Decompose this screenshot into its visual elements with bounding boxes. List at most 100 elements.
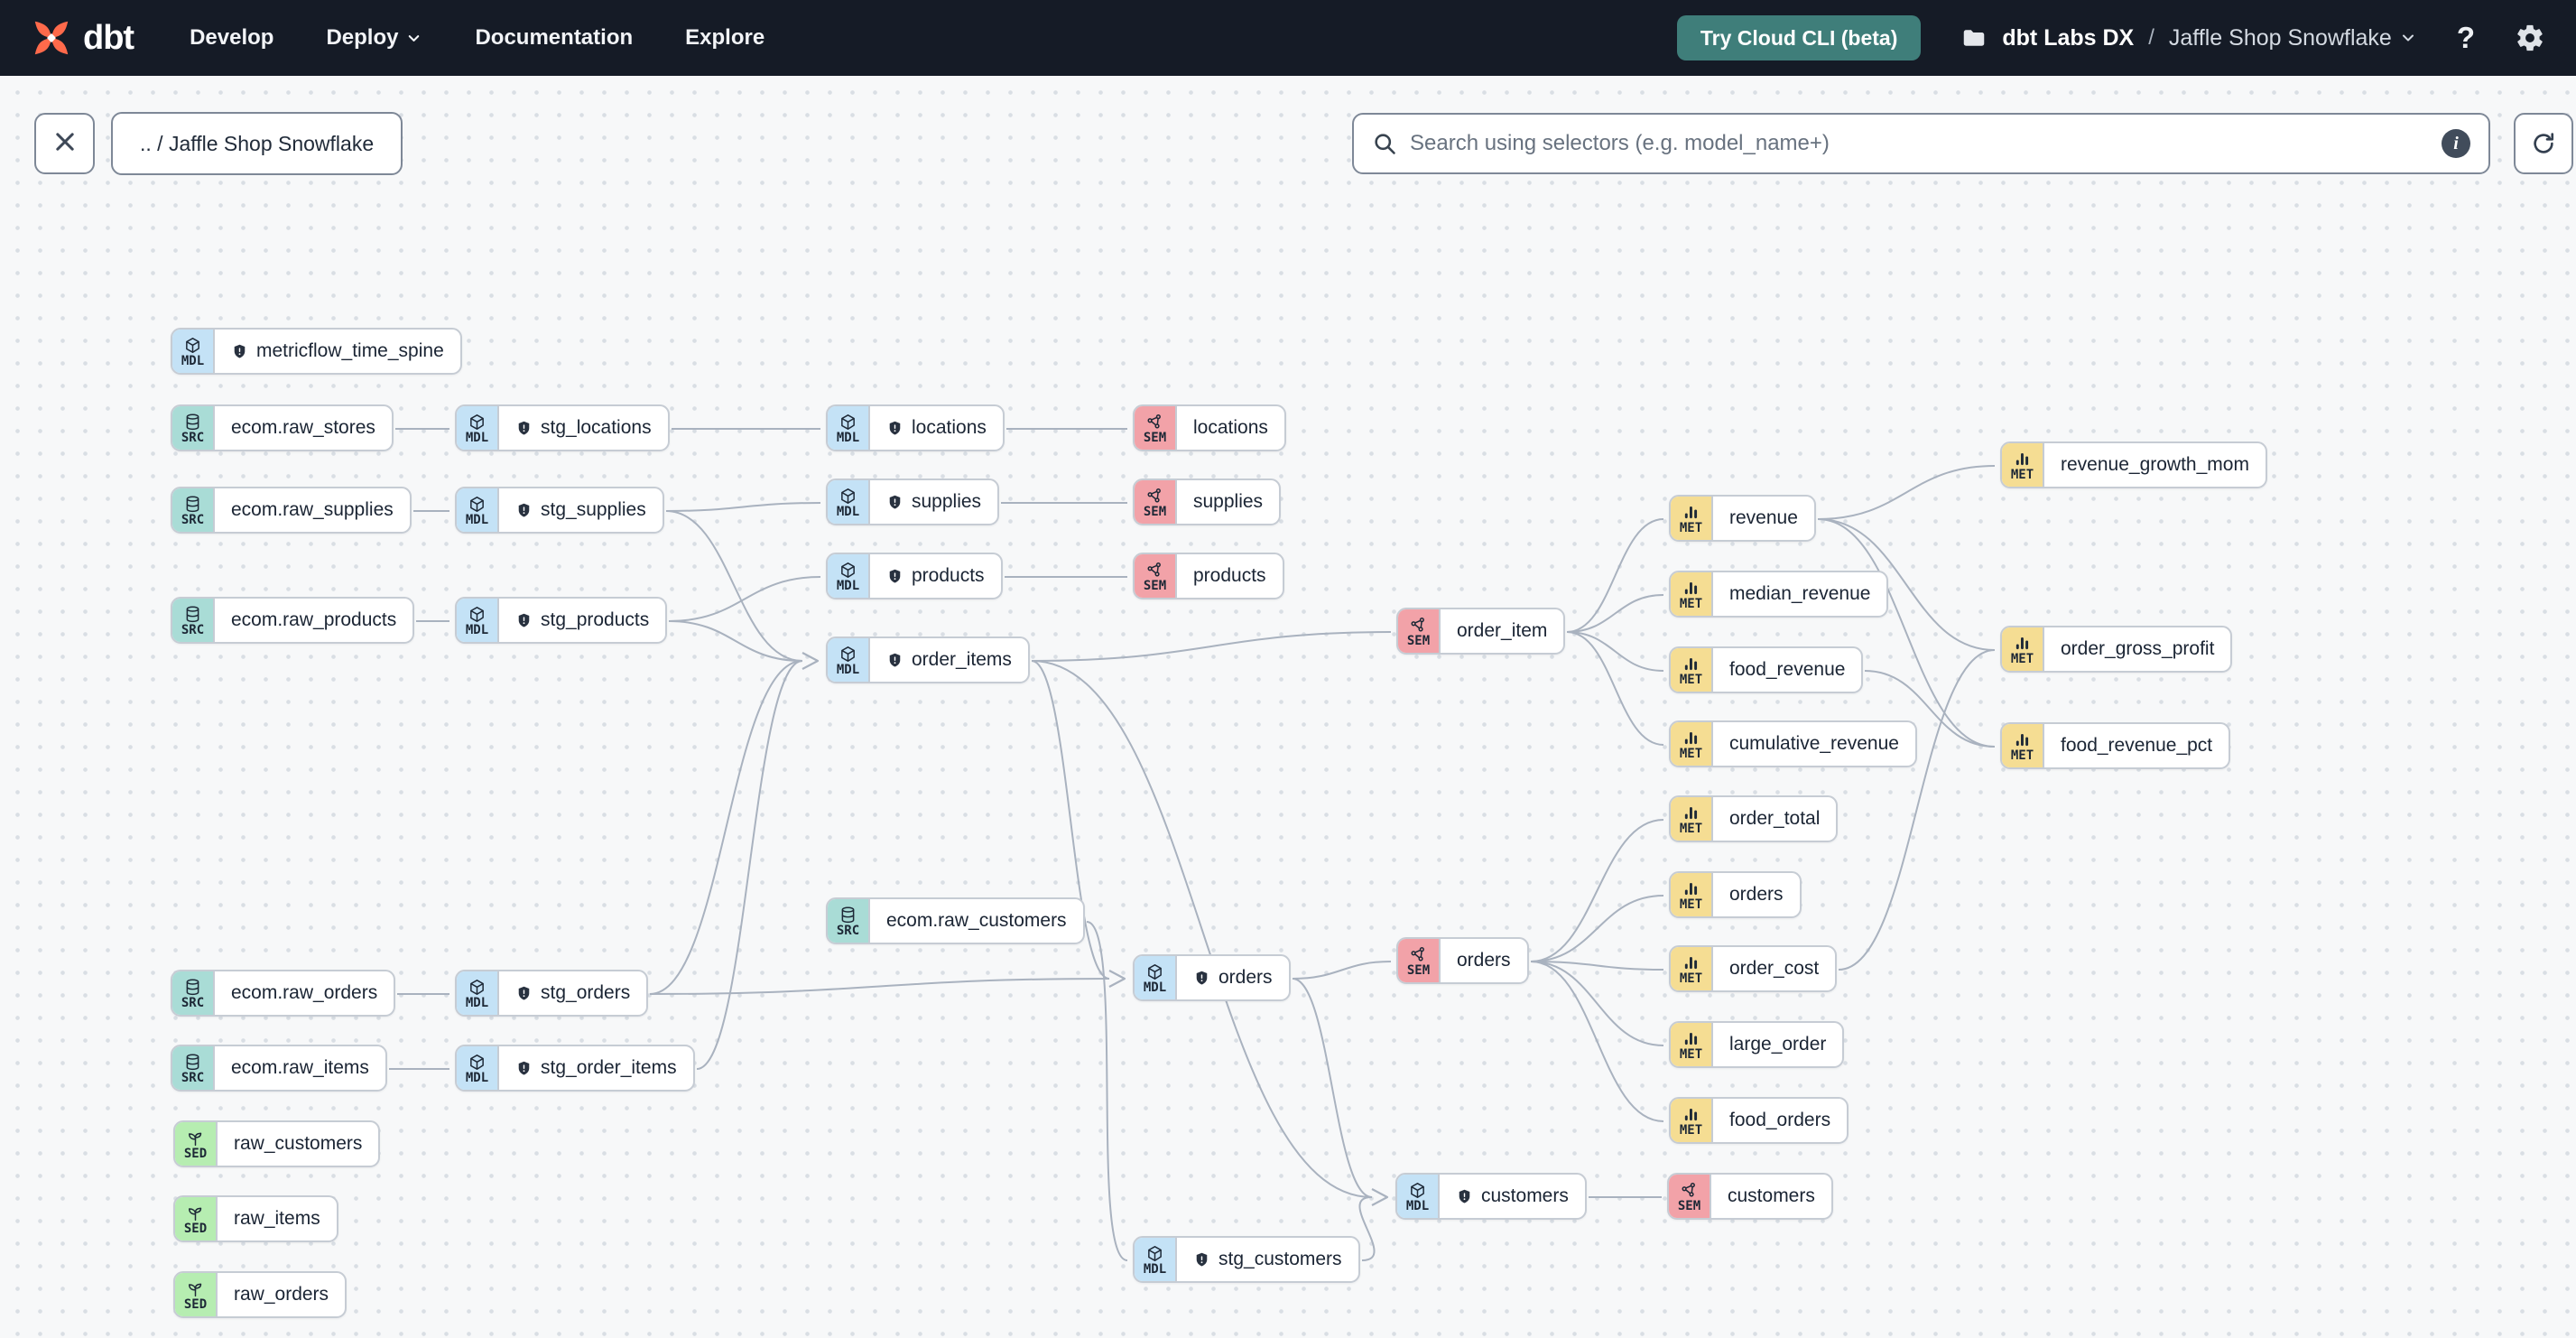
nav-item-explore[interactable]: Explore [685,25,764,51]
lineage-node-met_revenue[interactable]: MET revenue [1669,495,1816,542]
lineage-node-sed_raw_customers[interactable]: SED raw_customers [173,1120,381,1167]
semantic-model-icon: SEM [1135,554,1177,598]
refresh-button[interactable] [2514,113,2573,174]
lineage-node-mdl_metricflow_time_spine[interactable]: MDL metricflow_time_spine [171,328,462,375]
lineage-canvas[interactable]: MDL metricflow_time_spine SRC ecom.raw_stor… [0,0,2576,1338]
lineage-node-src_raw_stores[interactable]: SRC ecom.raw_stores [171,404,394,451]
node-label: large_order [1729,1034,1827,1055]
metric-bars-icon: MET [1671,722,1713,766]
metric-bars-icon: MET [1671,648,1713,692]
lineage-node-met_revenue_growth_mom[interactable]: MET revenue_growth_mom [2000,441,2267,488]
lineage-node-met_orders[interactable]: MET orders [1669,871,1802,918]
lineage-node-met_food_orders[interactable]: MET food_orders [1669,1097,1849,1144]
lineage-node-src_raw_supplies[interactable]: SRC ecom.raw_supplies [171,487,412,534]
gear-icon[interactable] [2515,23,2545,53]
nav-item-deploy[interactable]: Deploy [326,25,422,51]
contract-shield-icon [1193,970,1210,987]
node-label: raw_customers [234,1133,363,1154]
lineage-node-mdl_stg_orders[interactable]: MDL stg_orders [455,970,649,1017]
lineage-node-met_median_revenue[interactable]: MET median_revenue [1669,571,1889,618]
search-input[interactable] [1410,131,2429,156]
node-label: ecom.raw_products [231,609,397,630]
semantic-model-icon: SEM [1398,939,1441,982]
help-icon[interactable]: ? [2457,21,2475,55]
metric-bars-icon: MET [1671,1099,1713,1142]
lineage-node-mdl_locations[interactable]: MDL locations [826,404,1005,451]
lineage-node-src_raw_products[interactable]: SRC ecom.raw_products [171,597,415,644]
lineage-node-met_large_order[interactable]: MET large_order [1669,1021,1845,1068]
node-label: stg_supplies [499,488,663,532]
node-label: orders [1457,950,1511,971]
node-label: order_cost [1729,958,1820,979]
model-cube-icon: MDL [1135,1238,1177,1281]
lineage-node-sed_raw_items[interactable]: SED raw_items [173,1195,338,1242]
dbt-logo-icon [31,17,72,59]
nav-item-documentation[interactable]: Documentation [475,25,633,51]
node-label: locations [870,406,1003,450]
node-label: order_item [1457,620,1548,641]
lineage-node-sem_locations[interactable]: SEM locations [1133,404,1286,451]
metric-bars-icon: MET [1671,572,1713,616]
model-cube-icon: MDL [172,330,215,373]
model-cube-icon: MDL [828,638,870,682]
lineage-node-met_cumulative_revenue[interactable]: MET cumulative_revenue [1669,720,1917,767]
lineage-node-mdl_stg_products[interactable]: MDL stg_products [455,597,668,644]
semantic-model-icon: SEM [1669,1175,1711,1218]
project-selector[interactable]: Jaffle Shop Snowflake [2169,25,2417,51]
dbt-logo[interactable]: dbt [31,17,134,59]
source-database-icon: SRC [172,488,215,532]
folder-icon [1960,24,1988,51]
lineage-node-mdl_stg_locations[interactable]: MDL stg_locations [455,404,670,451]
lineage-node-mdl_stg_order_items[interactable]: MDL stg_order_items [455,1045,695,1092]
model-cube-icon: MDL [828,480,870,524]
model-cube-icon: MDL [457,406,499,450]
contract-shield-icon [886,568,903,585]
lineage-node-mdl_stg_customers[interactable]: MDL stg_customers [1133,1236,1360,1283]
lineage-node-mdl_customers[interactable]: MDL customers [1395,1173,1587,1220]
node-label: ecom.raw_customers [886,910,1067,931]
nav-item-develop[interactable]: Develop [190,25,273,51]
lineage-node-mdl_products[interactable]: MDL products [826,553,1003,599]
chevron-down-icon [405,30,422,47]
selector-search: i [1352,113,2490,174]
contract-shield-icon [515,420,533,437]
metric-bars-icon: MET [2002,724,2044,767]
lineage-node-sed_raw_orders[interactable]: SED raw_orders [173,1271,347,1318]
source-database-icon: SRC [172,1046,215,1090]
lineage-node-met_order_gross_profit[interactable]: MET order_gross_profit [2000,626,2233,673]
lineage-node-src_raw_items[interactable]: SRC ecom.raw_items [171,1045,387,1092]
lineage-node-sem_supplies[interactable]: SEM supplies [1133,479,1282,525]
account-name[interactable]: dbt Labs DX [2002,25,2134,51]
lineage-node-met_food_revenue[interactable]: MET food_revenue [1669,646,1864,693]
lineage-node-mdl_orders[interactable]: MDL orders [1133,954,1291,1001]
lineage-node-mdl_stg_supplies[interactable]: MDL stg_supplies [455,487,664,534]
lineage-node-met_order_total[interactable]: MET order_total [1669,795,1839,842]
model-cube-icon: MDL [828,554,870,598]
lineage-node-mdl_supplies[interactable]: MDL supplies [826,479,1000,525]
lineage-node-sem_orders[interactable]: SEM orders [1396,937,1529,984]
lineage-node-sem_products[interactable]: SEM products [1133,553,1284,599]
info-icon[interactable]: i [2442,129,2470,158]
lineage-node-met_food_revenue_pct[interactable]: MET food_revenue_pct [2000,722,2231,769]
lineage-node-src_raw_orders[interactable]: SRC ecom.raw_orders [171,970,396,1017]
node-label: order_gross_profit [2061,638,2215,659]
dbt-wordmark: dbt [83,18,134,57]
refresh-icon [2530,130,2557,157]
breadcrumb[interactable]: .. / Jaffle Shop Snowflake [111,112,403,175]
breadcrumb-label: .. / Jaffle Shop Snowflake [140,131,375,155]
lineage-node-met_order_cost[interactable]: MET order_cost [1669,945,1838,992]
close-lineage-button[interactable] [34,113,95,174]
try-cloud-cli-button[interactable]: Try Cloud CLI (beta) [1676,15,1922,60]
contract-shield-icon [1456,1188,1473,1205]
node-label: raw_items [234,1208,320,1229]
source-database-icon: SRC [172,406,215,450]
seed-sprout-icon: SED [175,1197,218,1240]
metric-bars-icon: MET [1671,497,1713,540]
node-label: order_items [870,638,1028,682]
lineage-node-sem_customers[interactable]: SEM customers [1667,1173,1833,1220]
chevron-down-icon [2399,29,2417,47]
lineage-node-mdl_order_items[interactable]: MDL order_items [826,636,1030,683]
lineage-node-sem_order_item[interactable]: SEM order_item [1396,608,1566,655]
lineage-node-src_raw_customers[interactable]: SRC ecom.raw_customers [826,897,1085,944]
close-icon [52,129,78,159]
